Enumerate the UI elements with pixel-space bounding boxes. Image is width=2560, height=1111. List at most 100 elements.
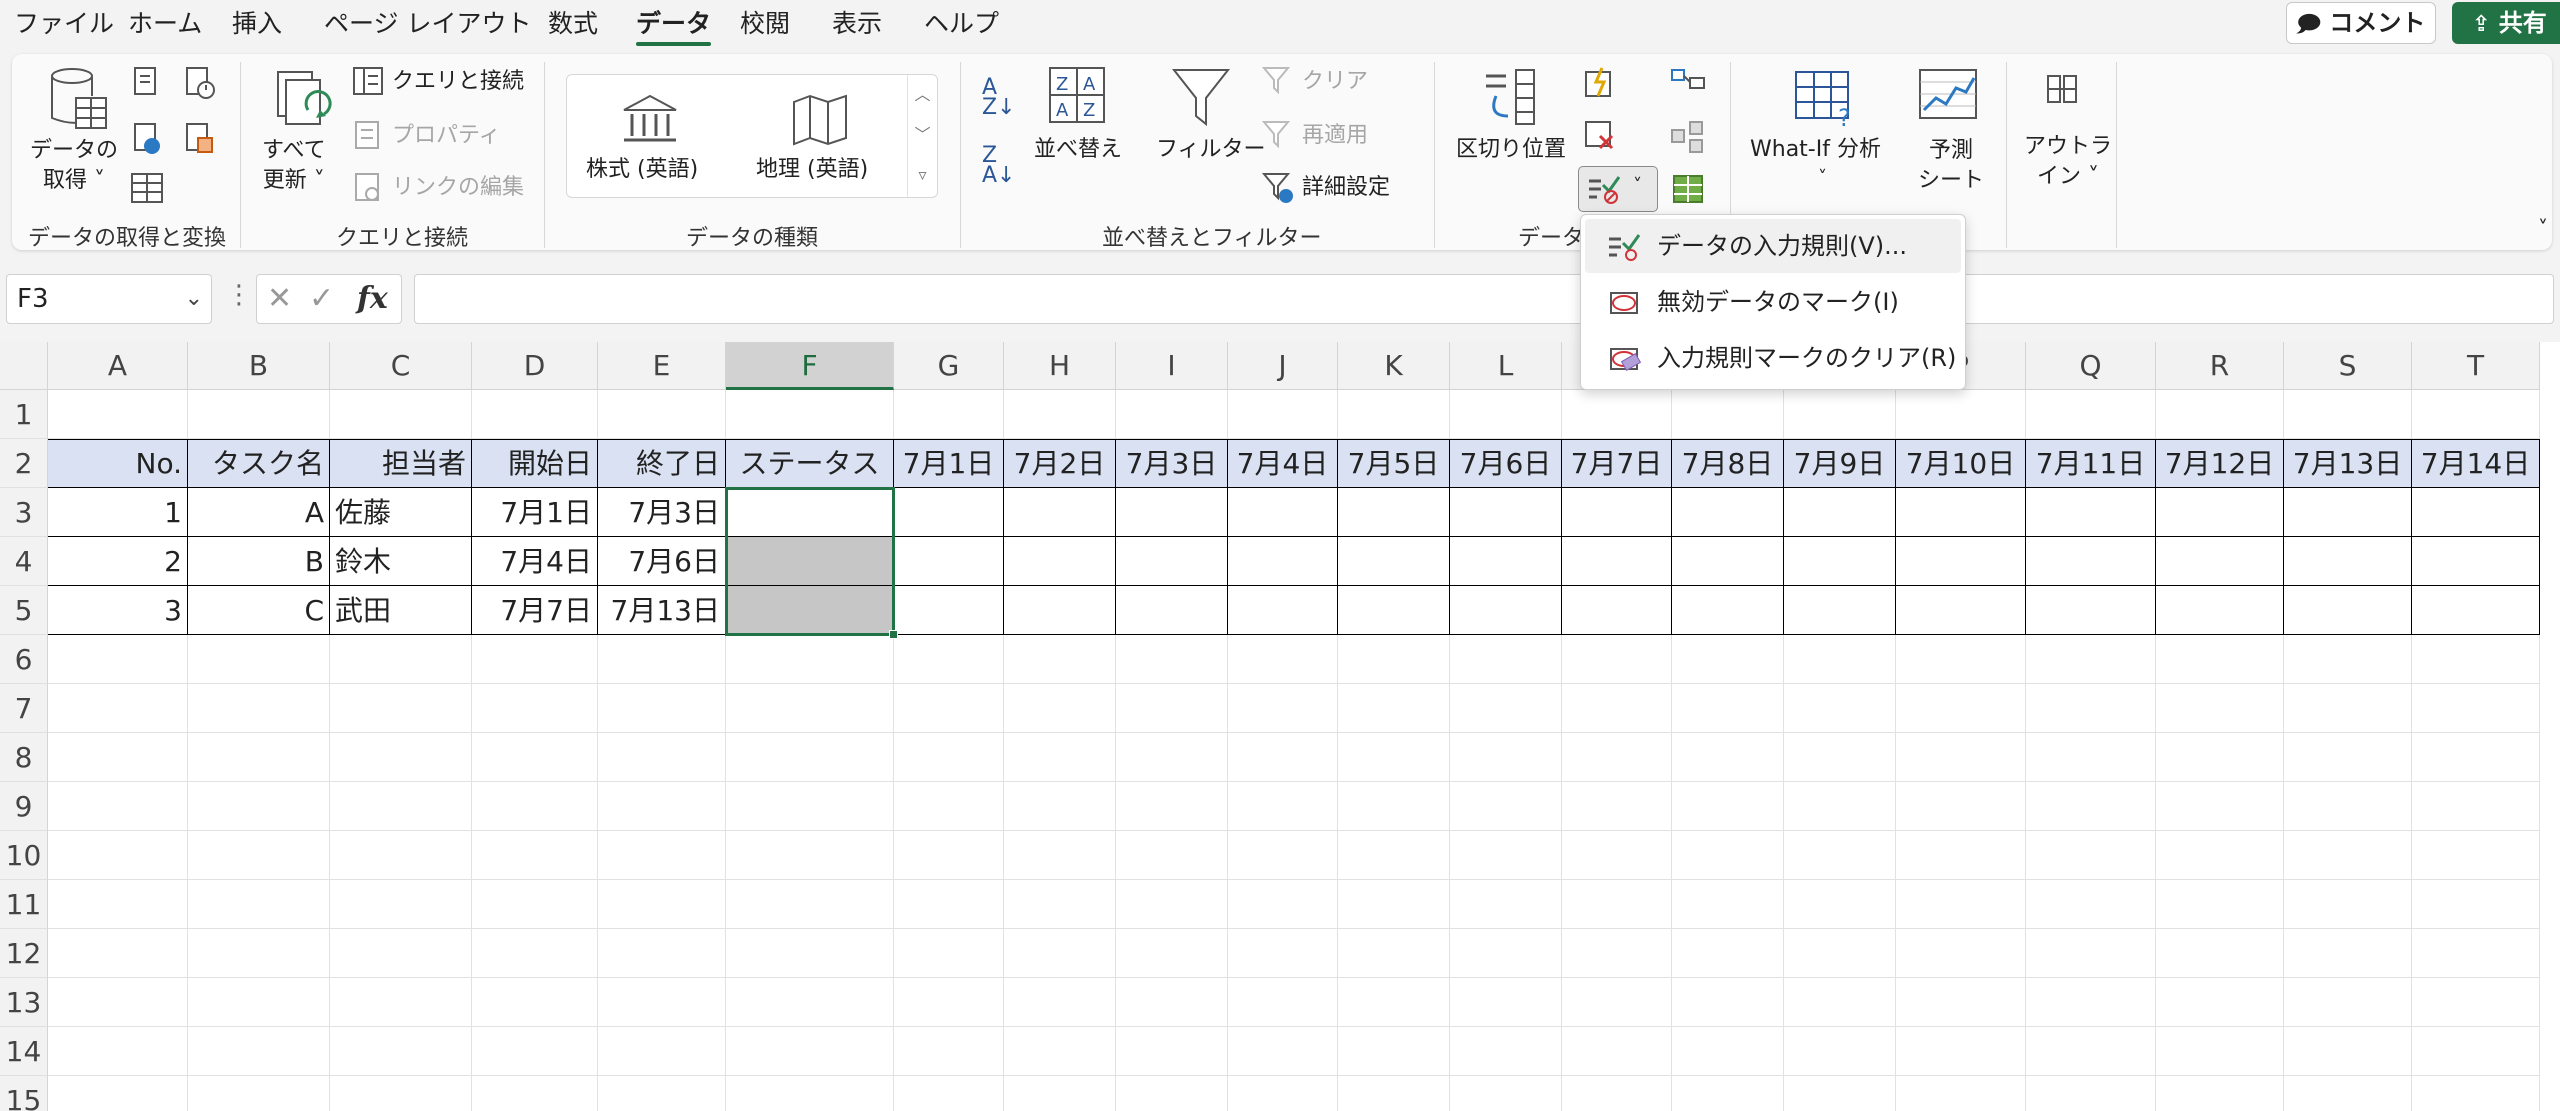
menu-item-data-validation[interactable]: データの入力規則(V)... [1585, 219, 1961, 273]
cell[interactable] [2156, 390, 2284, 439]
data-cell[interactable] [1562, 586, 1672, 635]
cell[interactable] [2412, 733, 2540, 782]
cell[interactable] [1228, 684, 1338, 733]
cell[interactable] [1116, 635, 1228, 684]
cell[interactable] [2026, 635, 2156, 684]
cell[interactable] [330, 880, 472, 929]
cell[interactable] [1338, 390, 1450, 439]
cell[interactable] [330, 1076, 472, 1111]
header-cell[interactable]: 7月2日 [1004, 439, 1116, 488]
column-header[interactable]: H [1004, 342, 1116, 390]
sort-za-icon[interactable]: Z A↓ [982, 145, 1015, 187]
cell[interactable] [2412, 1076, 2540, 1111]
cell[interactable] [472, 831, 598, 880]
row-header[interactable]: 10 [0, 831, 48, 880]
gallery-up-icon[interactable]: ︿ [908, 75, 937, 115]
stocks-button[interactable]: 株式 (英語) [586, 156, 698, 184]
cell[interactable] [1784, 880, 1896, 929]
row-header[interactable]: 11 [0, 880, 48, 929]
cell[interactable] [894, 880, 1004, 929]
cell[interactable] [1672, 978, 1784, 1027]
comment-button[interactable]: 🗩 コメント [2286, 2, 2436, 44]
column-header[interactable]: Q [2026, 342, 2156, 390]
cell[interactable] [1116, 1076, 1228, 1111]
cell[interactable] [1228, 831, 1338, 880]
data-cell[interactable] [726, 586, 894, 635]
header-cell[interactable]: 7月7日 [1562, 439, 1672, 488]
tab-page-layout[interactable]: ページ レイアウト [324, 6, 531, 42]
cell[interactable] [1562, 684, 1672, 733]
row-header[interactable]: 13 [0, 978, 48, 1027]
advanced-filter-button[interactable]: 詳細設定 [1302, 174, 1390, 202]
cell[interactable] [1004, 1027, 1116, 1076]
cell[interactable] [330, 390, 472, 439]
cell[interactable] [1116, 684, 1228, 733]
cell[interactable] [2156, 1076, 2284, 1111]
data-cell[interactable] [894, 537, 1004, 586]
data-cell[interactable] [1228, 586, 1338, 635]
cell[interactable] [472, 929, 598, 978]
outline-button[interactable]: アウトラ イン ˅ [2024, 132, 2112, 192]
header-cell[interactable]: 7月4日 [1228, 439, 1338, 488]
header-cell[interactable]: 7月13日 [2284, 439, 2412, 488]
cell[interactable] [2412, 782, 2540, 831]
data-cell[interactable] [1896, 537, 2026, 586]
cell[interactable] [188, 733, 330, 782]
data-cell[interactable]: 1 [48, 488, 188, 537]
cell[interactable] [2156, 929, 2284, 978]
cell[interactable] [2412, 390, 2540, 439]
cell[interactable] [330, 782, 472, 831]
header-cell[interactable]: 7月11日 [2026, 439, 2156, 488]
row-header[interactable]: 5 [0, 586, 48, 635]
cell[interactable] [48, 929, 188, 978]
insert-function-icon[interactable]: fx [357, 281, 388, 316]
header-cell[interactable]: 7月1日 [894, 439, 1004, 488]
cell[interactable] [2026, 684, 2156, 733]
cell[interactable] [1672, 782, 1784, 831]
cell[interactable] [2026, 733, 2156, 782]
row-header[interactable]: 3 [0, 488, 48, 537]
cell[interactable] [2026, 929, 2156, 978]
cell[interactable] [726, 390, 894, 439]
data-cell[interactable] [1784, 537, 1896, 586]
data-cell[interactable]: 武田 [330, 586, 472, 635]
queries-connections-button[interactable]: クエリと接続 [392, 68, 524, 96]
data-cell[interactable] [1450, 537, 1562, 586]
cell[interactable] [472, 390, 598, 439]
geography-button[interactable]: 地理 (英語) [756, 156, 868, 184]
tab-view[interactable]: 表示 [832, 6, 882, 42]
cell[interactable] [1562, 929, 1672, 978]
data-cell[interactable] [1450, 488, 1562, 537]
cell[interactable] [1562, 733, 1672, 782]
data-cell[interactable] [2412, 488, 2540, 537]
header-cell[interactable]: 7月3日 [1116, 439, 1228, 488]
share-button[interactable]: ⇪ 共有 [2452, 2, 2560, 44]
cell[interactable] [1450, 1027, 1562, 1076]
cell[interactable] [472, 1027, 598, 1076]
cell[interactable] [598, 831, 726, 880]
cell[interactable] [2284, 782, 2412, 831]
data-cell[interactable] [894, 586, 1004, 635]
row-header[interactable]: 12 [0, 929, 48, 978]
data-validation-button[interactable]: ˅ [1578, 166, 1658, 212]
data-cell[interactable] [1672, 586, 1784, 635]
cell[interactable] [894, 684, 1004, 733]
column-header[interactable]: K [1338, 342, 1450, 390]
more-icon[interactable]: ⋮ [226, 280, 252, 310]
cell[interactable] [188, 831, 330, 880]
cell[interactable] [1338, 978, 1450, 1027]
cell[interactable] [726, 1076, 894, 1111]
cell[interactable] [2026, 831, 2156, 880]
cell[interactable] [2156, 733, 2284, 782]
data-cell[interactable] [1004, 537, 1116, 586]
cell[interactable] [1896, 978, 2026, 1027]
cell[interactable] [1784, 782, 1896, 831]
cell[interactable] [1338, 880, 1450, 929]
cell[interactable] [894, 1027, 1004, 1076]
header-cell[interactable]: 開始日 [472, 439, 598, 488]
cell[interactable] [48, 978, 188, 1027]
cell[interactable] [2284, 978, 2412, 1027]
cell[interactable] [48, 390, 188, 439]
sort-az-icon[interactable]: A Z↓ [982, 77, 1016, 119]
row-header[interactable]: 4 [0, 537, 48, 586]
